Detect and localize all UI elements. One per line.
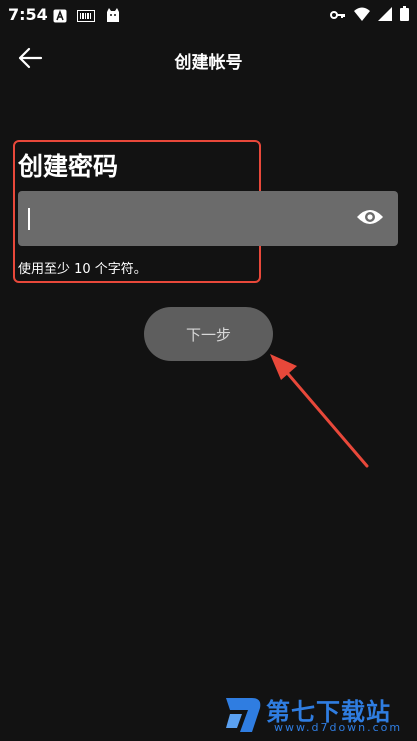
watermark: 第七下载站 www.d7down.com: [222, 690, 412, 736]
page-title: 创建帐号: [174, 53, 243, 73]
wifi-icon: [354, 6, 370, 25]
font-a-icon: [53, 8, 67, 27]
app-bar: 创建帐号: [0, 36, 417, 84]
annotation-arrow: [270, 354, 369, 468]
cat-icon: [105, 7, 121, 27]
status-bar: 7:54: [0, 0, 417, 30]
eye-icon: [356, 207, 384, 231]
section-title: 创建密码: [18, 152, 119, 181]
password-field[interactable]: [18, 191, 398, 248]
password-helper-text: 使用至少 10 个字符。: [18, 262, 147, 277]
status-left-icons: [53, 7, 121, 27]
status-right-icons: [330, 6, 409, 25]
status-time: 7:54: [8, 5, 48, 24]
key-icon: [330, 6, 346, 25]
text-caret: [28, 208, 30, 230]
signal-icon: [378, 6, 392, 25]
watermark-url: www.d7down.com: [274, 721, 403, 734]
barcode-icon: [77, 8, 95, 27]
d7-logo-icon: [222, 690, 264, 740]
password-visibility-toggle[interactable]: [356, 205, 384, 233]
next-button[interactable]: 下一步: [144, 307, 273, 361]
battery-icon: [400, 6, 409, 25]
password-input[interactable]: [18, 191, 360, 248]
